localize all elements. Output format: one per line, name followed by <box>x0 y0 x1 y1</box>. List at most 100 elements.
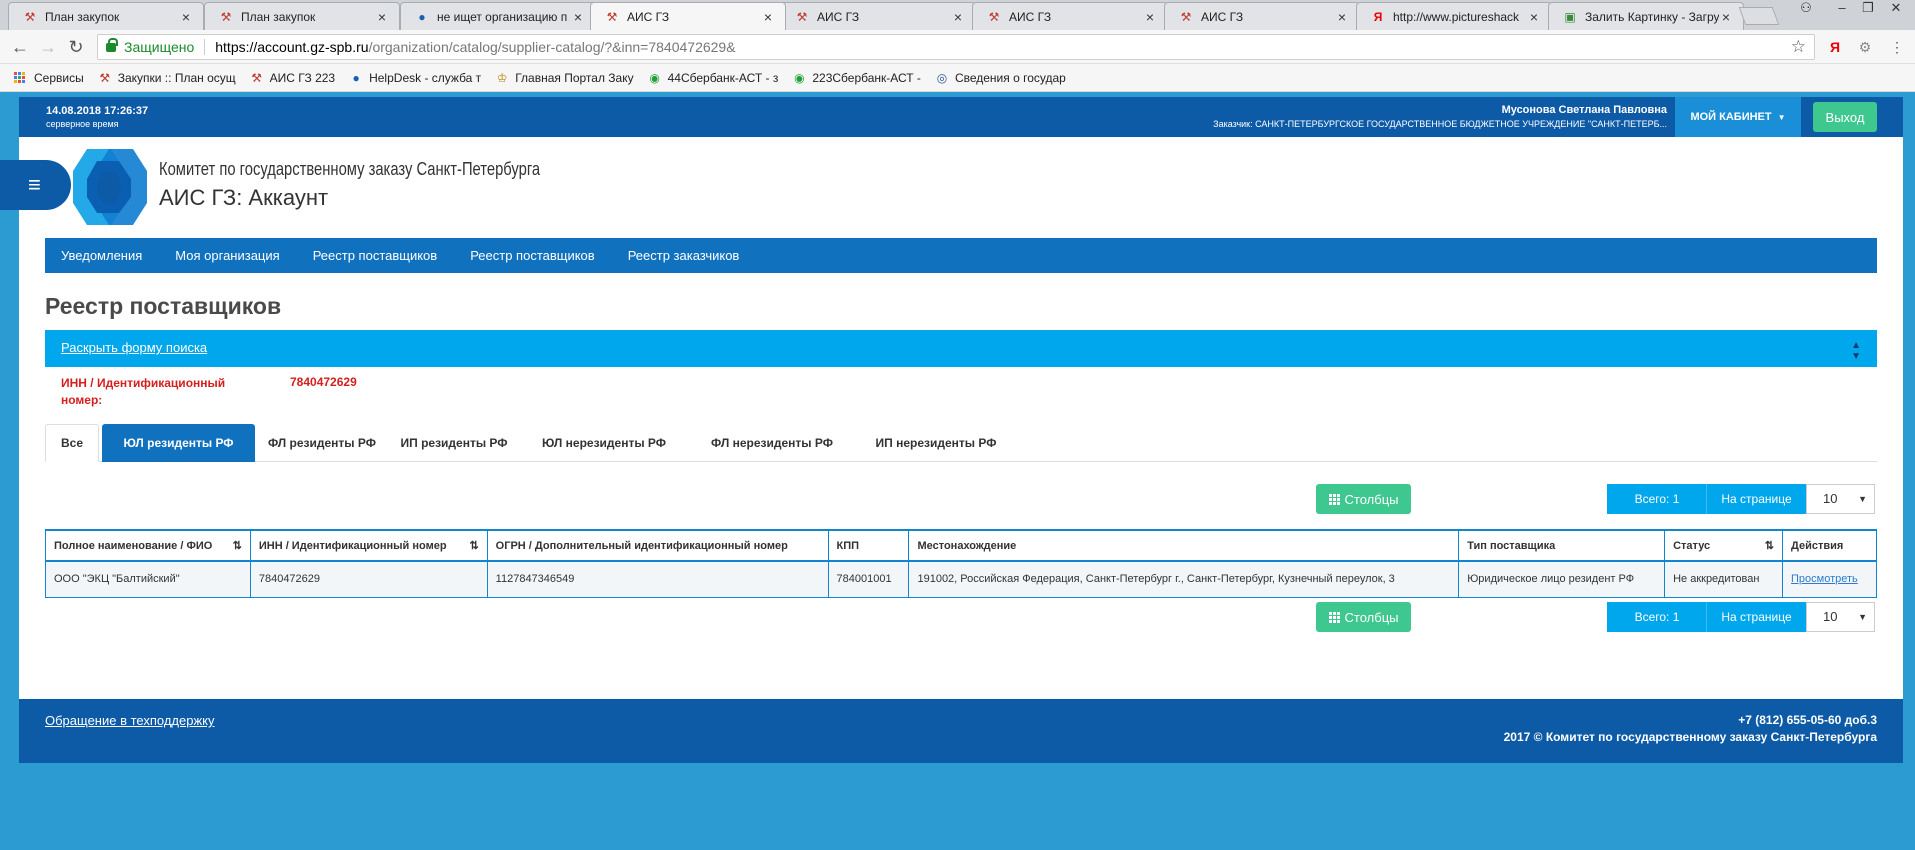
bookmark-item[interactable]: ⚒ Закупки :: План осущ <box>98 71 235 85</box>
bookmark-item[interactable]: ⚒ АИС ГЗ 223 <box>250 71 335 85</box>
user-name: Мусонова Светлана Павловна <box>1501 104 1667 116</box>
close-icon[interactable]: × <box>1335 9 1349 25</box>
tab-individual-nonresidents[interactable]: ФЛ нерезиденты РФ <box>689 424 855 462</box>
nav-customer-registry[interactable]: Реестр заказчиков <box>628 248 740 263</box>
column-header-inn[interactable]: ИНН / Идентификационный номер ⇅ <box>249 529 488 562</box>
restore-icon[interactable]: ❐ <box>1856 0 1880 18</box>
bookmark-item[interactable]: ◉ 223Сбербанк-АСТ - <box>792 71 921 85</box>
browser-tab[interactable]: ⚒ АИС ГЗ × <box>780 2 976 30</box>
close-icon[interactable]: × <box>951 9 965 25</box>
yandex-icon[interactable]: Я <box>1826 38 1844 56</box>
forward-icon[interactable]: → <box>38 37 58 57</box>
filter-label: ИНН / Идентификационный номер: <box>61 376 226 407</box>
columns-button-bottom[interactable]: Столбцы <box>1316 602 1411 632</box>
close-window-icon[interactable]: ✕ <box>1884 0 1908 18</box>
bookmark-item[interactable]: ♔ Главная Портал Заку <box>495 71 634 85</box>
extension-icon[interactable]: ⚙ <box>1856 38 1874 56</box>
cell-location: 191002, Российская Федерация, Санкт-Пете… <box>908 560 1460 598</box>
browser-tab-active[interactable]: ⚒ АИС ГЗ × <box>590 2 786 30</box>
support-phone: +7 (812) 655-05-60 доб.3 <box>1738 713 1877 727</box>
cell-ogrn: 1127847346549 <box>486 560 829 598</box>
browser-tab[interactable]: Я http://www.pictureshack × <box>1356 2 1552 30</box>
close-icon[interactable]: × <box>179 9 193 25</box>
tools-icon: ⚒ <box>251 70 262 85</box>
tools-icon: ⚒ <box>24 9 36 24</box>
bookmarks-bar: Сервисы ⚒ Закупки :: План осущ ⚒ АИС ГЗ … <box>0 64 1915 92</box>
cell-status: Не аккредитован <box>1664 560 1783 598</box>
tab-legal-nonresidents[interactable]: ЮЛ нерезиденты РФ <box>519 424 689 462</box>
tools-icon: ⚒ <box>220 9 232 24</box>
expand-icon[interactable]: ▲ ▼ <box>1851 340 1861 362</box>
table-header-row: Полное наименование / ФИО ⇅ ИНН / Идентиф… <box>45 529 1877 562</box>
close-icon[interactable]: × <box>571 9 585 25</box>
browser-tab[interactable]: ⚒ План закупок × <box>204 2 400 30</box>
columns-button[interactable]: Столбцы <box>1316 484 1411 514</box>
logout-button[interactable]: Выход <box>1813 102 1877 132</box>
nav-supplier-registry[interactable]: Реестр поставщиков <box>313 248 438 263</box>
sberbank-icon: ◉ <box>649 70 660 85</box>
search-form-toggle-link[interactable]: Раскрыть форму поиска <box>61 340 207 355</box>
browser-tab[interactable]: ▣ Залить Картинку - Загру × <box>1548 2 1744 30</box>
close-icon[interactable]: × <box>1719 9 1733 25</box>
per-page-select-bottom[interactable]: 10 ▼ <box>1806 602 1875 632</box>
tab-entrepreneur-residents[interactable]: ИП резиденты РФ <box>389 424 519 462</box>
customer-name: Заказчик: САНКТ-ПЕТЕРБУРГСКОЕ ГОСУДАРСТВ… <box>1213 119 1667 129</box>
tools-icon: ⚒ <box>796 9 808 24</box>
sort-icon[interactable]: ⇅ <box>1765 539 1774 552</box>
bookmark-item[interactable]: ◉ 44Сбербанк-АСТ - з <box>648 70 778 85</box>
menu-dots-icon[interactable]: ⋮ <box>1888 38 1906 56</box>
view-link[interactable]: Просмотреть <box>1791 573 1858 585</box>
profile-icon[interactable]: ⚇ <box>1794 0 1818 18</box>
secure-label: Защищено <box>124 39 195 55</box>
search-form-toggle-bar[interactable]: Раскрыть форму поиска ▲ ▼ <box>45 330 1877 367</box>
close-icon[interactable]: × <box>1527 9 1541 25</box>
back-icon[interactable]: ← <box>10 37 30 57</box>
app-title: АИС ГЗ: Аккаунт <box>159 185 329 210</box>
close-icon[interactable]: × <box>1143 9 1157 25</box>
bookmark-item[interactable]: ● HelpDesk - служба т <box>349 71 481 85</box>
address-bar[interactable]: Защищено https://account.gz-spb.ru /orga… <box>97 34 1815 60</box>
nav-my-organization[interactable]: Моя организация <box>175 248 279 263</box>
bookmark-apps[interactable]: Сервисы <box>14 71 84 85</box>
browser-tab[interactable]: ● не ищет организацию п × <box>400 2 596 30</box>
browser-tab[interactable]: ⚒ АИС ГЗ × <box>972 2 1168 30</box>
sort-icon[interactable]: ⇅ <box>233 539 242 552</box>
nav-supplier-registry-2[interactable]: Реестр поставщиков <box>470 248 595 263</box>
cell-kpp: 784001001 <box>827 560 910 598</box>
column-header-kpp: КПП <box>827 529 910 562</box>
column-header-status[interactable]: Статус ⇅ <box>1664 529 1783 562</box>
tab-entrepreneur-nonresidents[interactable]: ИП нерезиденты РФ <box>855 424 1017 462</box>
reload-icon[interactable]: ↻ <box>66 37 86 57</box>
column-header-name[interactable]: Полное наименование / ФИО ⇅ <box>45 529 251 562</box>
caret-down-icon: ▼ <box>1858 494 1867 504</box>
nav-notifications[interactable]: Уведомления <box>61 248 142 263</box>
copyright: 2017 © Комитет по государственному заказ… <box>1503 730 1877 744</box>
my-cabinet-button[interactable]: МОЙ КАБИНЕТ ▼ <box>1675 97 1801 137</box>
tab-all[interactable]: Все <box>45 424 99 462</box>
tab-legal-residents[interactable]: ЮЛ резиденты РФ <box>102 424 255 462</box>
bookmark-item[interactable]: ◎ Сведения о государ <box>935 71 1066 85</box>
column-header-ogrn: ОГРН / Дополнительный идентификационный … <box>486 529 829 562</box>
bookmark-star-icon[interactable]: ☆ <box>1791 37 1806 57</box>
hamburger-menu-icon[interactable]: ≡ <box>0 160 71 210</box>
close-icon[interactable]: × <box>761 9 775 25</box>
browser-tab[interactable]: ⚒ АИС ГЗ × <box>1164 2 1360 30</box>
caret-down-icon: ▼ <box>1858 612 1867 622</box>
image-icon: ▣ <box>1564 9 1576 24</box>
org-title: Комитет по государственному заказу Санкт… <box>159 159 541 179</box>
apps-icon <box>14 71 26 84</box>
supplier-type-tabs: Все ЮЛ резиденты РФ ФЛ резиденты РФ ИП р… <box>45 424 1877 462</box>
per-page-select[interactable]: 10 ▼ <box>1806 484 1875 514</box>
address-separator <box>204 39 206 55</box>
sort-icon[interactable]: ⇅ <box>469 539 478 552</box>
close-icon[interactable]: × <box>375 9 389 25</box>
supplier-table: Полное наименование / ФИО ⇅ ИНН / Идентиф… <box>45 529 1877 598</box>
tab-individual-residents[interactable]: ФЛ резиденты РФ <box>257 424 387 462</box>
new-tab-button[interactable] <box>1738 7 1780 25</box>
tools-icon: ⚒ <box>606 9 618 24</box>
support-link[interactable]: Обращение в техподдержку <box>45 713 215 728</box>
server-time: 14.08.2018 17:26:37 <box>46 105 149 117</box>
grid-icon <box>1328 611 1340 623</box>
browser-tab[interactable]: ⚒ План закупок × <box>8 2 204 30</box>
minimize-icon[interactable]: – <box>1830 0 1854 18</box>
